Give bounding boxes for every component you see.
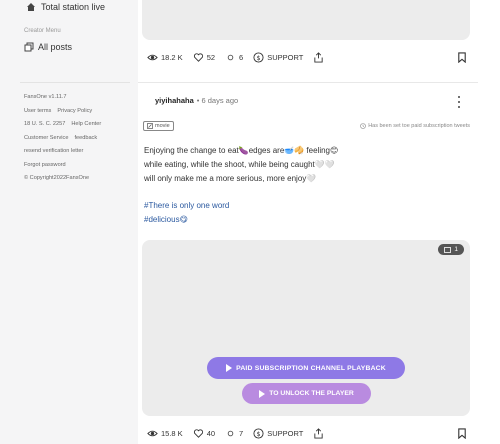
likes-count: 52 bbox=[206, 53, 216, 62]
support-button[interactable]: $ SUPPORT bbox=[253, 428, 303, 439]
post-time: • 6 days ago bbox=[196, 96, 239, 105]
unlock-player-label: TO UNLOCK THE PLAYER bbox=[269, 390, 354, 397]
movie-tag[interactable]: movie bbox=[143, 121, 174, 131]
dollar-icon: $ bbox=[253, 428, 264, 439]
post-divider bbox=[138, 82, 478, 83]
footer-links: FansOne v1.11.7 User terms Privacy Policy… bbox=[24, 91, 134, 186]
support-label: SUPPORT bbox=[267, 53, 304, 62]
hashtag-link[interactable]: #There is only one word bbox=[144, 199, 229, 213]
play-icon bbox=[259, 389, 266, 398]
clock-icon bbox=[360, 123, 366, 129]
posts-icon bbox=[24, 42, 34, 52]
post-line: while eating, while the shoot, while bei… bbox=[144, 160, 335, 169]
usc-2257-link[interactable]: 18 U. S. C. 2257 bbox=[24, 121, 65, 127]
feedback-link[interactable]: feedback bbox=[74, 135, 97, 141]
eye-icon bbox=[147, 54, 158, 61]
comment-button[interactable]: 7 bbox=[225, 428, 243, 439]
post-body: Enjoying the change to eat🍆edges are🥣🥠 f… bbox=[144, 144, 464, 186]
comments-count: 7 bbox=[239, 429, 244, 438]
image-count-badge: 1 bbox=[438, 244, 464, 255]
paid-notice-text: Has been set toe paid subscription tweet… bbox=[368, 123, 470, 129]
user-terms-link[interactable]: User terms bbox=[24, 108, 51, 114]
comment-icon bbox=[227, 54, 234, 61]
paid-notice: Has been set toe paid subscription tweet… bbox=[360, 123, 470, 129]
views-stat: 18.2 K bbox=[147, 52, 183, 63]
help-center-link[interactable]: Help Center bbox=[71, 121, 101, 127]
forgot-password-link[interactable]: Forgot password bbox=[24, 162, 66, 168]
eye-icon bbox=[147, 430, 158, 437]
post-action-bar: 18.2 K 52 6 $ SUPPORT bbox=[147, 52, 467, 63]
comment-button[interactable]: 6 bbox=[225, 52, 243, 63]
play-icon bbox=[226, 364, 233, 372]
privacy-policy-link[interactable]: Privacy Policy bbox=[57, 108, 92, 114]
post-line: Enjoying the change to eat🍆edges are🥣🥠 f… bbox=[144, 146, 339, 155]
views-stat: 15.8 K bbox=[147, 428, 183, 439]
svg-text:$: $ bbox=[257, 430, 261, 438]
sidebar: Total station live Creator Menu All post… bbox=[0, 0, 138, 444]
like-button[interactable]: 40 bbox=[193, 428, 215, 439]
svg-text:$: $ bbox=[257, 54, 261, 62]
bookmark-icon[interactable] bbox=[457, 52, 467, 63]
post-media[interactable]: 1 PAID SUBSCRIPTION CHANNEL PLAYBACK TO … bbox=[142, 240, 470, 416]
image-count: 1 bbox=[454, 246, 458, 253]
copyright-text: © Copyright2022FansOne bbox=[24, 175, 90, 181]
version-text: FansOne v1.11.7 bbox=[24, 94, 67, 100]
home-icon bbox=[27, 3, 35, 11]
feed: 18.2 K 52 6 $ SUPPORT yiyihahaha • 6 days… bbox=[138, 0, 500, 444]
post-line: will only make me a more serious, more e… bbox=[144, 174, 317, 183]
nav-total-station-live-label: Total station live bbox=[41, 2, 106, 12]
unlock-player-button[interactable]: TO UNLOCK THE PLAYER bbox=[242, 383, 371, 404]
hashtag-link[interactable]: #delicious😋 bbox=[144, 213, 229, 227]
heart-icon bbox=[193, 53, 203, 62]
edit-icon bbox=[147, 123, 153, 129]
nav-total-station-live[interactable]: Total station live bbox=[26, 2, 105, 12]
bookmark-icon[interactable] bbox=[457, 428, 467, 439]
author-name[interactable]: yiyihahaha bbox=[155, 96, 194, 105]
image-icon bbox=[444, 246, 452, 253]
post-action-bar: 15.8 K 40 7 $ SUPPORT bbox=[147, 428, 467, 439]
customer-service-link[interactable]: Customer Service bbox=[24, 135, 68, 141]
share-icon[interactable] bbox=[313, 428, 324, 439]
dollar-icon: $ bbox=[253, 52, 264, 63]
movie-tag-label: movie bbox=[155, 123, 170, 129]
resend-verification-link[interactable]: resend verification letter bbox=[24, 148, 83, 154]
sidebar-divider bbox=[20, 82, 130, 83]
more-options-button[interactable] bbox=[456, 96, 462, 108]
comment-icon bbox=[227, 430, 234, 437]
paid-subscription-playback-button[interactable]: PAID SUBSCRIPTION CHANNEL PLAYBACK bbox=[207, 357, 405, 379]
hashtags: #There is only one word #delicious😋 bbox=[144, 199, 229, 227]
nav-all-posts[interactable]: All posts bbox=[24, 42, 72, 52]
support-button[interactable]: $ SUPPORT bbox=[253, 52, 303, 63]
share-icon[interactable] bbox=[313, 52, 324, 63]
views-count: 15.8 K bbox=[161, 429, 183, 438]
comments-count: 6 bbox=[239, 53, 244, 62]
paid-subscription-playback-label: PAID SUBSCRIPTION CHANNEL PLAYBACK bbox=[236, 364, 386, 372]
creator-menu-title: Creator Menu bbox=[24, 28, 61, 34]
previous-post-media[interactable] bbox=[142, 0, 470, 40]
post-author[interactable]: yiyihahaha • 6 days ago bbox=[155, 96, 238, 105]
likes-count: 40 bbox=[206, 429, 216, 438]
heart-icon bbox=[193, 429, 203, 438]
nav-all-posts-label: All posts bbox=[38, 42, 73, 52]
support-label: SUPPORT bbox=[267, 429, 304, 438]
like-button[interactable]: 52 bbox=[193, 52, 215, 63]
views-count: 18.2 K bbox=[161, 53, 183, 62]
